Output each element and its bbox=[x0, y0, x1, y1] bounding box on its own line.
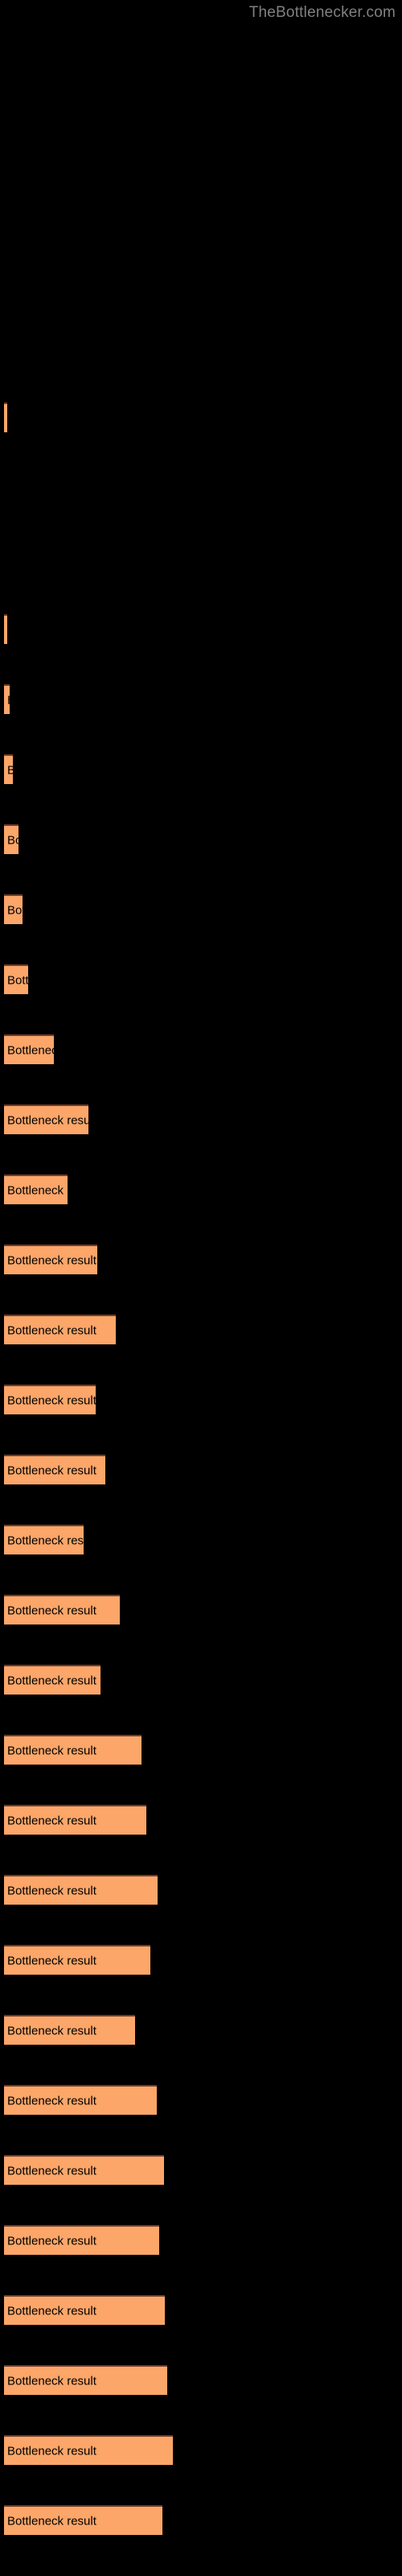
bar[interactable]: Bottleneck result bbox=[4, 614, 7, 644]
bar-row: Bottleneck result bbox=[4, 894, 23, 924]
bar-row: Bottleneck result bbox=[4, 2225, 159, 2255]
bar-row: Bottleneck result bbox=[4, 614, 7, 644]
bar-row: Bottleneck result bbox=[4, 402, 7, 432]
bar[interactable]: Bottleneck result bbox=[4, 2295, 165, 2325]
bar[interactable]: Bottleneck result bbox=[4, 684, 10, 714]
bar[interactable]: Bottleneck result bbox=[4, 1805, 146, 1835]
bar-row: Bottleneck result bbox=[4, 2155, 164, 2185]
bar-label: Bottleneck result bbox=[7, 833, 18, 847]
bar-label: Bottleneck result bbox=[7, 1183, 68, 1197]
bar[interactable]: Bottleneck result bbox=[4, 824, 18, 854]
bar[interactable]: Bottleneck result bbox=[4, 1104, 88, 1134]
bar-row: Bottleneck result bbox=[4, 1735, 142, 1765]
bar-label: Bottleneck result bbox=[7, 1744, 96, 1757]
bar-row: Bottleneck result bbox=[4, 1525, 84, 1554]
bar-row: Bottleneck result bbox=[4, 2435, 173, 2465]
bar-row: Bottleneck result bbox=[4, 2365, 167, 2395]
bar-row: Bottleneck result bbox=[4, 1104, 88, 1134]
bar-label: Bottleneck result bbox=[7, 2164, 96, 2178]
bar[interactable]: Bottleneck result bbox=[4, 2085, 157, 2115]
bar-row: Bottleneck result bbox=[4, 754, 13, 784]
bar[interactable]: Bottleneck result bbox=[4, 2015, 135, 2045]
bar-label: Bottleneck result bbox=[7, 1393, 96, 1407]
bar-row: Bottleneck result bbox=[4, 2085, 157, 2115]
bar[interactable]: Bottleneck result bbox=[4, 1665, 100, 1695]
bar[interactable]: Bottleneck result bbox=[4, 1245, 97, 1274]
bar[interactable]: Bottleneck result bbox=[4, 754, 13, 784]
bar-label: Bottleneck result bbox=[7, 2514, 96, 2528]
bar-label: Bottleneck result bbox=[7, 1113, 88, 1127]
bar-label: Bottleneck result bbox=[7, 1463, 96, 1477]
bar[interactable]: Bottleneck result bbox=[4, 1455, 105, 1484]
bar-row: Bottleneck result bbox=[4, 1034, 54, 1064]
bar[interactable]: Bottleneck result bbox=[4, 1525, 84, 1554]
bar[interactable]: Bottleneck result bbox=[4, 1385, 96, 1414]
bar-label: Bottleneck result bbox=[7, 693, 10, 707]
bar[interactable]: Bottleneck result bbox=[4, 2365, 167, 2395]
bar-row: Bottleneck result bbox=[4, 684, 10, 714]
bar-row: Bottleneck result bbox=[4, 2015, 135, 2045]
bar[interactable]: Bottleneck result bbox=[4, 2435, 173, 2465]
bar-row: Bottleneck result bbox=[4, 964, 28, 994]
bar-row: Bottleneck result bbox=[4, 2505, 162, 2535]
bar-label: Bottleneck result bbox=[7, 1604, 96, 1617]
bar-label: Bottleneck result bbox=[7, 1253, 96, 1267]
bar-label: Bottleneck result bbox=[7, 2024, 96, 2037]
bottleneck-bar-chart: Bottleneck result Bottleneck result Bottle… bbox=[0, 0, 402, 2576]
bar[interactable]: Bottleneck result bbox=[4, 2155, 164, 2185]
bar[interactable]: Bottleneck result bbox=[4, 2505, 162, 2535]
bar-row: Bottleneck result bbox=[4, 1385, 96, 1414]
bar-label: Bottleneck result bbox=[7, 903, 23, 917]
bar-row: Bottleneck result bbox=[4, 2295, 165, 2325]
bar[interactable]: Bottleneck result bbox=[4, 1945, 150, 1975]
bar-row: Bottleneck result bbox=[4, 1665, 100, 1695]
bar-row: Bottleneck result bbox=[4, 1875, 158, 1905]
bar-label: Bottleneck result bbox=[7, 2234, 96, 2248]
bar-label: Bottleneck result bbox=[7, 1323, 96, 1337]
bar-label: Bottleneck result bbox=[7, 2374, 96, 2388]
bar-row: Bottleneck result bbox=[4, 1945, 150, 1975]
bar[interactable]: Bottleneck result bbox=[4, 964, 28, 994]
bar[interactable]: Bottleneck result bbox=[4, 1034, 54, 1064]
bar[interactable]: Bottleneck result bbox=[4, 402, 7, 432]
bar-row: Bottleneck result bbox=[4, 824, 18, 854]
page-root: TheBottlenecker.com Bottleneck resultBot… bbox=[0, 0, 402, 2576]
bar-label: Bottleneck result bbox=[7, 2444, 96, 2458]
bar[interactable]: Bottleneck result bbox=[4, 894, 23, 924]
bar-row: Bottleneck result bbox=[4, 1595, 120, 1624]
bar-label: Bottleneck result bbox=[7, 2094, 96, 2107]
bar-label: Bottleneck result bbox=[7, 1674, 96, 1687]
bar-label: Bottleneck result bbox=[7, 763, 13, 777]
bar-row: Bottleneck result bbox=[4, 1315, 116, 1344]
bar-label: Bottleneck result bbox=[7, 1043, 54, 1057]
bar-label: Bottleneck result bbox=[7, 1884, 96, 1897]
bar-label: Bottleneck result bbox=[7, 1954, 96, 1967]
bar-label: Bottleneck result bbox=[7, 2304, 96, 2318]
bar-row: Bottleneck result bbox=[4, 1805, 146, 1835]
bar-label: Bottleneck result bbox=[7, 1814, 96, 1827]
bar-label: Bottleneck result bbox=[7, 973, 28, 987]
bar-row: Bottleneck result bbox=[4, 1174, 68, 1204]
bar[interactable]: Bottleneck result bbox=[4, 1315, 116, 1344]
bar-row: Bottleneck result bbox=[4, 1455, 105, 1484]
bar-label: Bottleneck result bbox=[7, 1534, 84, 1547]
bar[interactable]: Bottleneck result bbox=[4, 2225, 159, 2255]
bar-row: Bottleneck result bbox=[4, 1245, 97, 1274]
bar[interactable]: Bottleneck result bbox=[4, 1174, 68, 1204]
bar[interactable]: Bottleneck result bbox=[4, 1595, 120, 1624]
bar[interactable]: Bottleneck result bbox=[4, 1875, 158, 1905]
bar[interactable]: Bottleneck result bbox=[4, 1735, 142, 1765]
